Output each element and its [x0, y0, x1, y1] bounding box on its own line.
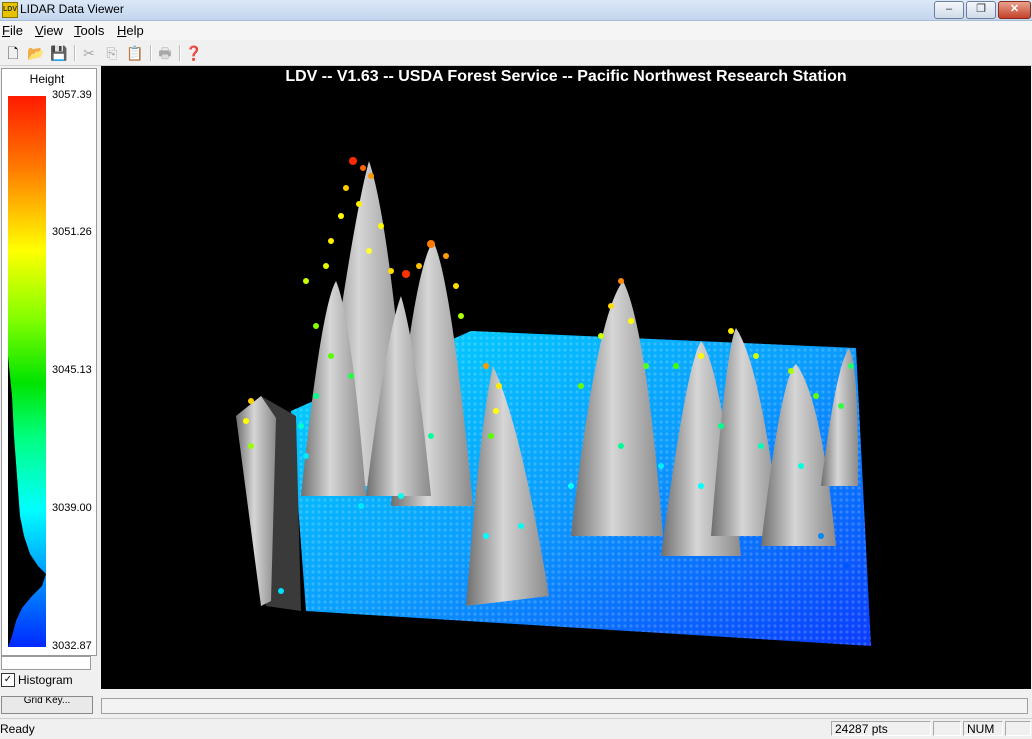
point-count: 24287 pts — [831, 721, 931, 736]
paste-icon[interactable]: 📋 — [126, 44, 144, 62]
legend-tick-max: 3057.39 — [52, 89, 92, 101]
menu-view[interactable]: View — [35, 23, 63, 38]
toolbar-separator — [74, 45, 76, 61]
copy-icon[interactable]: ⎘ — [103, 44, 121, 62]
save-icon[interactable]: 💾 — [50, 44, 68, 62]
legend-panel: Height 3057.39 3051.26 3045.13 3039.00 3… — [0, 66, 97, 714]
num-lock-indicator: NUM — [963, 721, 1003, 736]
status-pane-blank — [933, 721, 961, 736]
legend-title: Height — [29, 72, 65, 86]
color-legend: Height 3057.39 3051.26 3045.13 3039.00 3… — [1, 68, 97, 656]
legend-tick: 3039.00 — [52, 502, 92, 514]
status-bar: Ready 24287 pts NUM — [0, 718, 1032, 739]
point-cloud-render — [236, 157, 871, 646]
legend-tick: 3045.13 — [52, 364, 92, 376]
maximize-button[interactable]: ❐ — [966, 1, 996, 19]
menu-help[interactable]: Help — [117, 23, 144, 38]
window-title: LIDAR Data Viewer — [20, 2, 124, 16]
toolbar-separator — [150, 45, 152, 61]
histogram-checkbox[interactable]: ✓ — [1, 673, 15, 687]
legend-small-box — [1, 656, 91, 670]
histogram-label: Histogram — [18, 673, 73, 687]
height-histogram — [8, 356, 46, 647]
lidar-3d-viewport[interactable]: LDV -- V1.63 -- USDA Forest Service -- P… — [101, 66, 1031, 689]
toolbar-separator — [179, 45, 181, 61]
minimize-button[interactable]: – — [934, 1, 964, 19]
legend-tick: 3051.26 — [52, 226, 92, 238]
title-bar: LDV LIDAR Data Viewer – ❐ ✕ — [0, 0, 1032, 21]
terrain-wall-edge — [236, 396, 276, 606]
help-icon[interactable]: ❓ — [185, 44, 203, 62]
menu-bar: File View Tools Help — [0, 21, 1032, 40]
close-button[interactable]: ✕ — [998, 1, 1031, 19]
menu-file[interactable]: File — [2, 23, 23, 38]
open-folder-icon[interactable]: 📂 — [27, 44, 45, 62]
menu-tools[interactable]: Tools — [74, 23, 104, 38]
ldv-app-icon[interactable]: LDV — [2, 2, 18, 18]
legend-tick-min: 3032.87 — [52, 640, 92, 652]
grid-key-button[interactable]: Grid Key... — [1, 696, 93, 714]
status-text: Ready — [0, 722, 35, 736]
toolbar: 🗋 📂 💾 ✂ ⎘ 📋 🖶 ❓ — [0, 41, 1032, 66]
cut-icon[interactable]: ✂ — [80, 44, 98, 62]
new-file-icon[interactable]: 🗋 — [4, 44, 22, 62]
status-pane-blank — [1005, 721, 1031, 736]
horizontal-scrollbar[interactable] — [101, 698, 1028, 714]
print-icon[interactable]: 🖶 — [156, 44, 174, 62]
